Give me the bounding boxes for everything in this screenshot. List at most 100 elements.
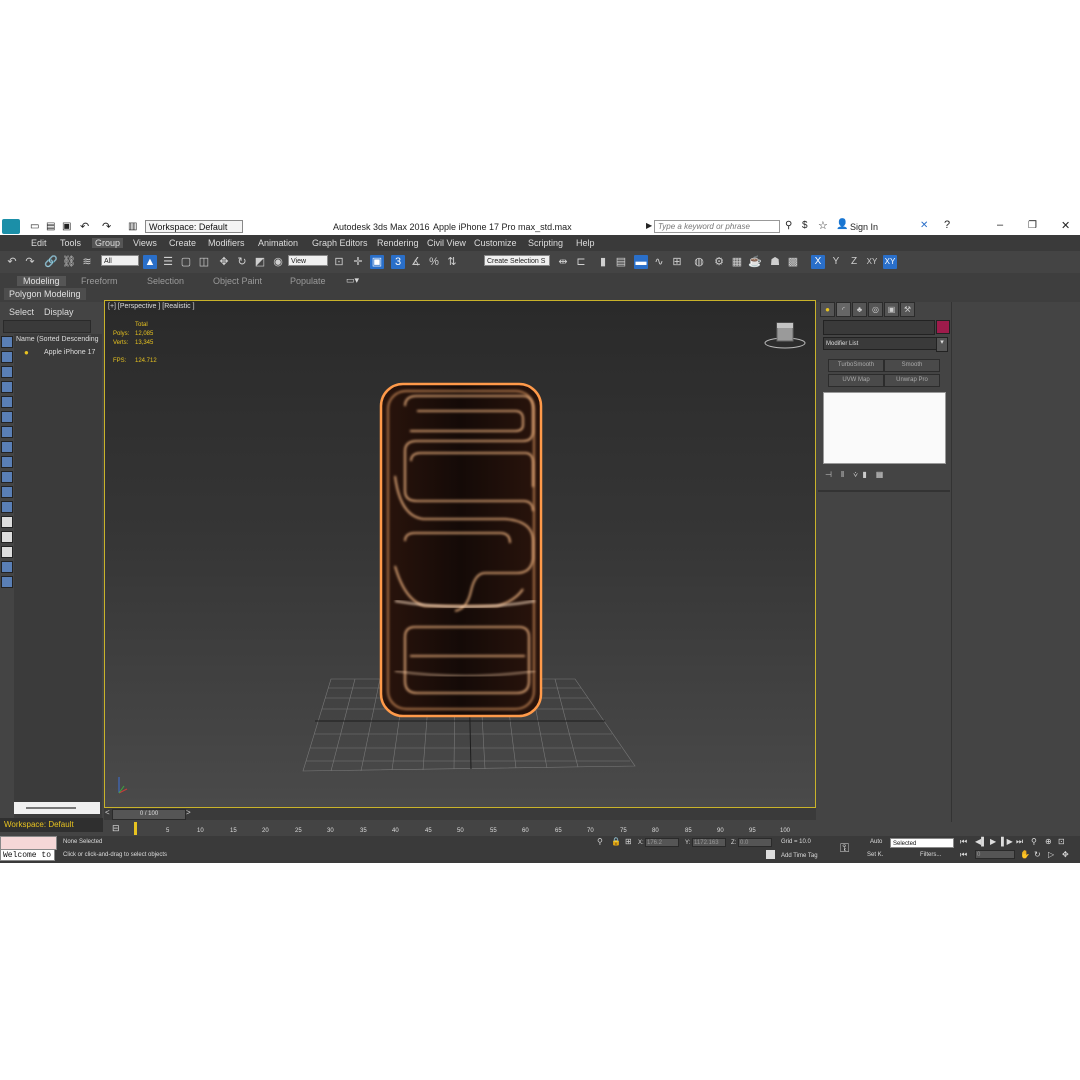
- help-icon[interactable]: ?: [944, 219, 950, 231]
- material-editor-icon[interactable]: ◍: [692, 255, 706, 269]
- key-filters-button[interactable]: Filters...: [920, 852, 941, 858]
- maxscript-listener-output[interactable]: Welcome to: [0, 849, 55, 861]
- time-slider-track[interactable]: < 0 / 100 >: [104, 808, 816, 820]
- axis-constraint-z-button[interactable]: Z: [847, 255, 861, 269]
- filter-helpers-icon[interactable]: [1, 396, 13, 408]
- scene-item-apple-iphone[interactable]: Apple iPhone 17: [44, 349, 95, 356]
- select-object-icon[interactable]: ▲: [143, 255, 157, 269]
- selection-lock-icon[interactable]: 🔒: [611, 837, 621, 846]
- next-frame-icon[interactable]: >: [186, 808, 191, 817]
- turbosmooth-button[interactable]: TurboSmooth: [828, 359, 884, 372]
- go-to-end-icon[interactable]: ⏭: [1016, 837, 1023, 847]
- render-production-icon[interactable]: ☕: [748, 255, 762, 269]
- window-crossing-icon[interactable]: ◫: [197, 255, 211, 269]
- isolate-selection-icon[interactable]: ⚲: [597, 837, 603, 846]
- menu-views[interactable]: Views: [133, 238, 157, 248]
- menu-graph-editors[interactable]: Graph Editors: [312, 238, 368, 248]
- select-and-link-icon[interactable]: 🔗: [44, 255, 58, 269]
- filter-containers-icon[interactable]: [1, 471, 13, 483]
- toggle-ribbon-icon[interactable]: ▬: [634, 255, 648, 269]
- current-frame-field[interactable]: 0: [975, 850, 1015, 859]
- filter-shapes-icon[interactable]: [1, 351, 13, 363]
- modifier-stack[interactable]: [823, 392, 946, 464]
- search-arrow-icon[interactable]: ▶: [646, 221, 652, 230]
- remove-modifier-icon[interactable]: ▮: [862, 470, 866, 479]
- rectangular-selection-icon[interactable]: ▢: [179, 255, 193, 269]
- play-icon[interactable]: ▶: [990, 837, 996, 846]
- x-coordinate-field[interactable]: 176.2: [645, 838, 679, 847]
- filter-bones-icon[interactable]: [1, 456, 13, 468]
- pin-stack-icon[interactable]: ⊣: [825, 470, 832, 479]
- filter-groups-icon[interactable]: [1, 426, 13, 438]
- new-file-icon[interactable]: ▭: [30, 221, 39, 232]
- close-icon[interactable]: ✕: [1061, 219, 1070, 232]
- hierarchy-tab-icon[interactable]: ♣: [852, 302, 867, 317]
- manipulate-icon[interactable]: ✛: [351, 255, 365, 269]
- key-mode-icon[interactable]: ⏮: [960, 850, 967, 860]
- menu-rendering[interactable]: Rendering: [377, 238, 419, 248]
- minimize-icon[interactable]: –: [997, 219, 1003, 231]
- workspace-status[interactable]: Workspace: Default: [0, 818, 103, 832]
- select-by-name-icon[interactable]: ☰: [161, 255, 175, 269]
- reference-coordinate-dropdown[interactable]: View: [288, 255, 328, 266]
- pivot-point-icon[interactable]: ⊡: [332, 255, 346, 269]
- key-filter-dropdown[interactable]: Selected: [890, 838, 954, 848]
- scene-explorer-scrollbar[interactable]: [14, 802, 100, 814]
- rendered-frame-window-icon[interactable]: ▦: [730, 255, 744, 269]
- mini-curve-editor-icon[interactable]: ⊟: [112, 823, 120, 834]
- unlink-icon[interactable]: ⛓: [62, 255, 76, 269]
- app-logo-icon[interactable]: [2, 219, 20, 234]
- select-and-rotate-icon[interactable]: ↻: [235, 255, 249, 269]
- time-slider[interactable]: 0 / 100: [112, 809, 186, 820]
- bind-space-warp-icon[interactable]: ≋: [80, 255, 94, 269]
- axis-constraint-x-button[interactable]: X: [811, 255, 825, 269]
- redo-icon[interactable]: ↷: [23, 255, 37, 269]
- y-coordinate-field[interactable]: 1172.163: [692, 838, 726, 847]
- undo-icon[interactable]: ↶: [80, 220, 89, 233]
- pan-icon[interactable]: ✥: [1062, 850, 1069, 859]
- select-and-scale-icon[interactable]: ◩: [253, 255, 267, 269]
- z-coordinate-field[interactable]: 0.0: [738, 838, 772, 847]
- maximize-viewport-icon[interactable]: ⊡: [1058, 837, 1065, 846]
- binoculars-icon[interactable]: ⚲: [785, 220, 792, 231]
- menu-civil-view[interactable]: Civil View: [427, 238, 466, 248]
- track-bar[interactable]: ⊟ 0 5 10 15 20 25 30 35 40 45 50 55 60 6…: [104, 822, 816, 836]
- favorites-star-icon[interactable]: ☆: [818, 219, 828, 232]
- menu-modifiers[interactable]: Modifiers: [208, 238, 245, 248]
- object-name-field[interactable]: [823, 320, 935, 335]
- add-time-tag-icon[interactable]: [766, 850, 775, 859]
- maxscript-mini-listener[interactable]: [0, 836, 57, 850]
- align-icon[interactable]: ⊏: [574, 255, 588, 269]
- filter-hidden-icon[interactable]: [1, 501, 13, 513]
- named-selection-set-dropdown[interactable]: Create Selection S: [484, 255, 550, 266]
- prev-frame-icon[interactable]: <: [105, 808, 110, 817]
- render-setup-icon[interactable]: ⚙: [712, 255, 726, 269]
- object-color-swatch[interactable]: [936, 320, 950, 334]
- scene-explorer-tab-display[interactable]: Display: [44, 307, 74, 317]
- curve-editor-icon[interactable]: ∿: [652, 255, 666, 269]
- show-end-result-icon[interactable]: ‖: [841, 470, 844, 479]
- menu-scripting[interactable]: Scripting: [528, 238, 563, 248]
- menu-create[interactable]: Create: [169, 238, 196, 248]
- ribbon-tab-modeling[interactable]: Modeling: [17, 276, 66, 286]
- filter-all-icon[interactable]: [1, 516, 13, 528]
- perspective-viewport[interactable]: [+] [Perspective ] [Realistic ] Total Po…: [104, 300, 816, 808]
- menu-animation[interactable]: Animation: [258, 238, 298, 248]
- filter-cameras-icon[interactable]: [1, 381, 13, 393]
- subscription-icon[interactable]: $: [802, 220, 808, 231]
- selection-filter-dropdown[interactable]: All: [101, 255, 139, 266]
- filter-funnel-icon[interactable]: [1, 561, 13, 573]
- open-file-icon[interactable]: ▤: [46, 221, 55, 232]
- menu-customize[interactable]: Customize: [474, 238, 517, 248]
- percent-snap-icon[interactable]: %: [427, 255, 441, 269]
- axis-constraint-y-button[interactable]: Y: [829, 255, 843, 269]
- user-icon[interactable]: 👤: [836, 219, 848, 230]
- angle-snap-icon[interactable]: ∡: [409, 255, 423, 269]
- auto-key-button[interactable]: Auto: [870, 839, 882, 845]
- menu-edit[interactable]: Edit: [31, 238, 47, 248]
- modifier-list-dropdown[interactable]: Modifier List: [823, 337, 944, 350]
- find-icon[interactable]: [1, 576, 13, 588]
- configure-modifier-sets-icon[interactable]: ▦: [876, 470, 884, 479]
- schematic-view-icon[interactable]: ⊞: [670, 255, 684, 269]
- exchange-icon[interactable]: ✕: [920, 220, 928, 231]
